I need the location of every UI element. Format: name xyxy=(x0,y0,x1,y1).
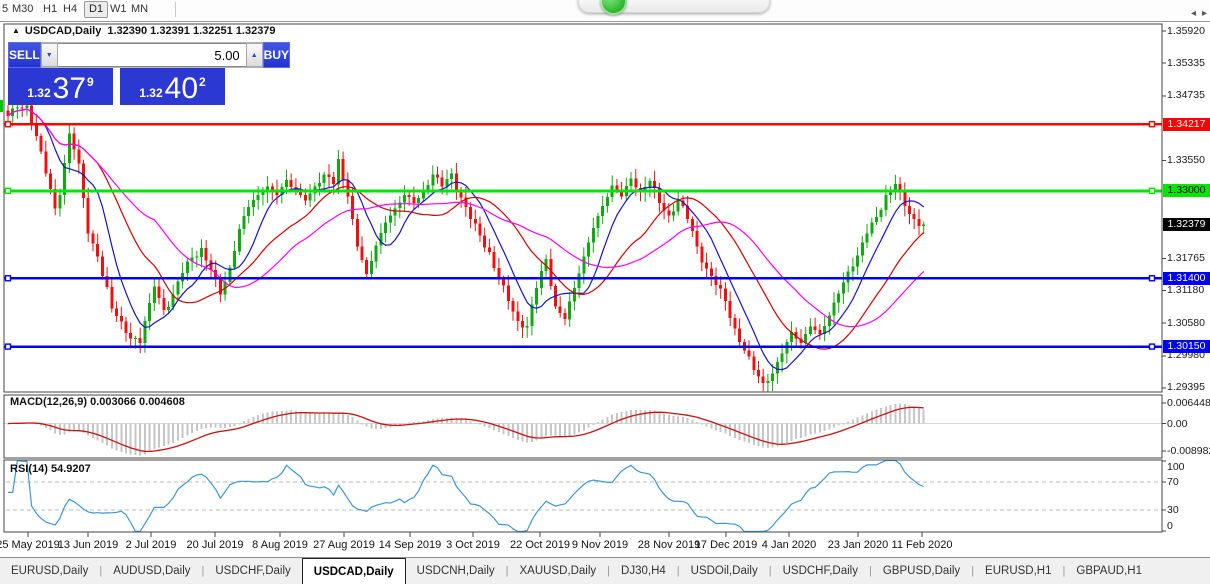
price-tick-label: 1.34735 xyxy=(1167,89,1205,102)
price-tick-label: 1.31180 xyxy=(1167,283,1205,296)
green-status-ball-icon xyxy=(600,0,627,15)
current-price-badge: 1.32379 xyxy=(1163,218,1210,232)
price-gap xyxy=(113,68,120,105)
timeframe-button-mn[interactable]: MN xyxy=(131,3,148,16)
toolbar-separator xyxy=(175,2,176,17)
rsi-axis-label: 70 xyxy=(1167,475,1179,488)
date-axis-label: 23 Jan 2020 xyxy=(827,539,889,551)
date-axis-label: 20 Jul 2019 xyxy=(186,539,244,551)
price-tick-label: 1.29395 xyxy=(1167,381,1205,394)
date-axis-label: 27 Aug 2019 xyxy=(313,539,375,551)
tab-gbpusd-daily[interactable]: GBPUSD,Daily xyxy=(872,558,971,584)
date-axis-label: 8 Aug 2019 xyxy=(252,539,308,551)
date-axis-label: 11 Feb 2020 xyxy=(891,539,953,551)
volume-input[interactable] xyxy=(57,43,246,67)
timeframe-button-5[interactable]: 5 xyxy=(2,3,8,16)
rsi-label: RSI(14) 54.9207 xyxy=(10,463,91,475)
date-axis-label: 4 Jan 2020 xyxy=(761,539,817,551)
price-tick-label: 1.30580 xyxy=(1167,316,1205,329)
volume-spinner: ▼ ▲ xyxy=(40,42,263,68)
price-tick-label: 1.35335 xyxy=(1167,56,1205,69)
price-tick-label: 1.31765 xyxy=(1167,251,1205,264)
volume-decrease-button[interactable]: ▼ xyxy=(40,43,58,67)
tab-usdchf-daily[interactable]: USDCHF,Daily xyxy=(204,558,301,584)
timeframe-button-d1[interactable]: D1 xyxy=(84,1,109,18)
date-axis-label: 2 Jul 2019 xyxy=(125,539,177,551)
sell-price-big: 37 xyxy=(52,72,87,105)
date-axis-label: 13 Jun 2019 xyxy=(57,539,119,551)
one-click-trade-panel: SELL ▼ ▲ BUY 1.32 37 9 1.32 40 2 xyxy=(8,42,291,105)
buy-button[interactable]: BUY xyxy=(262,42,291,68)
price-line-badge: 1.33000 xyxy=(1163,184,1210,198)
date-axis-label: 9 Nov 2019 xyxy=(571,539,629,551)
date-axis-label: 3 Oct 2019 xyxy=(446,539,500,551)
macd-label: MACD(12,26,9) 0.003066 0.004608 xyxy=(10,396,185,408)
buy-price-sup: 2 xyxy=(199,75,206,89)
ohlc-values: 1.32390 1.32391 1.32251 1.32379 xyxy=(107,25,276,37)
volume-increase-button[interactable]: ▲ xyxy=(245,43,263,67)
sell-price-sup: 9 xyxy=(87,75,94,89)
rsi-axis-label: 30 xyxy=(1167,504,1179,517)
buy-price-display[interactable]: 1.32 40 2 xyxy=(120,68,225,105)
tab-scroll-arrows: ◂ ▸ xyxy=(1191,0,1207,26)
symbol-title: USDCAD,Daily xyxy=(24,25,102,37)
chart-tab-bar: EURUSD,Daily | AUDUSD,Daily | USDCHF,Daily US… xyxy=(0,557,1210,584)
tab-usdchf-daily[interactable]: USDCHF,Daily xyxy=(772,558,869,584)
timeframe-button-w1[interactable]: W1 xyxy=(110,3,127,16)
tab-usdcnh-daily[interactable]: USDCNH,Daily xyxy=(406,558,506,584)
rsi-axis-label: 0 xyxy=(1167,520,1173,532)
rsi-axis-label: 100 xyxy=(1167,461,1185,473)
timeframe-button-m30[interactable]: M30 xyxy=(12,3,33,16)
sell-price-prefix: 1.32 xyxy=(27,86,51,100)
price-tick-label: 1.35920 xyxy=(1167,24,1205,37)
price-tick-label: 1.33550 xyxy=(1167,154,1205,167)
macd-axis-label: 0.006448 xyxy=(1167,397,1210,409)
buy-price-big: 40 xyxy=(164,72,199,105)
date-axis-label: 28 Nov 2019 xyxy=(637,539,701,551)
overlay-toggle-pill[interactable] xyxy=(578,0,770,15)
collapse-arrow-icon[interactable]: ▲ xyxy=(12,26,20,35)
date-axis-label: 25 May 2019 xyxy=(0,539,60,551)
tab-usdcad-daily[interactable]: USDCAD,Daily xyxy=(301,558,406,584)
chart-header: ▲ USDCAD,Daily 1.32390 1.32391 1.32251 1.3… xyxy=(12,25,276,37)
date-axis-label: 22 Oct 2019 xyxy=(510,539,570,551)
timeframe-button-h1[interactable]: H1 xyxy=(43,3,57,16)
tab-usdoil-daily[interactable]: USDOil,Daily xyxy=(680,558,769,584)
sell-price-display[interactable]: 1.32 37 9 xyxy=(8,68,113,105)
sell-button[interactable]: SELL xyxy=(8,42,41,68)
price-line-badge: 1.34217 xyxy=(1163,117,1210,131)
tab-eurusd-h1[interactable]: EURUSD,H1 xyxy=(974,558,1062,584)
macd-axis-label: -0.008982 xyxy=(1167,445,1210,457)
tab-audusd-daily[interactable]: AUDUSD,Daily xyxy=(102,558,201,584)
buy-price-prefix: 1.32 xyxy=(139,86,163,100)
date-axis-label: 17 Dec 2019 xyxy=(694,539,758,551)
tab-scroll-left[interactable]: ◂ xyxy=(1191,8,1196,19)
tab-eurusd-daily[interactable]: EURUSD,Daily xyxy=(0,558,99,584)
tab-xauusd-daily[interactable]: XAUUSD,Daily xyxy=(508,558,607,584)
price-line-badge: 1.30150 xyxy=(1163,340,1210,354)
tab-gbpaud-h1[interactable]: GBPAUD,H1 xyxy=(1065,558,1153,584)
date-axis-label: 14 Sep 2019 xyxy=(378,539,442,551)
tab-scroll-right[interactable]: ▸ xyxy=(1202,8,1207,19)
timeframe-button-h4[interactable]: H4 xyxy=(63,3,77,16)
tab-dj30-h4[interactable]: DJ30,H4 xyxy=(610,558,677,584)
price-line-badge: 1.31400 xyxy=(1163,271,1210,285)
macd-axis-label: 0.00 xyxy=(1167,417,1188,430)
